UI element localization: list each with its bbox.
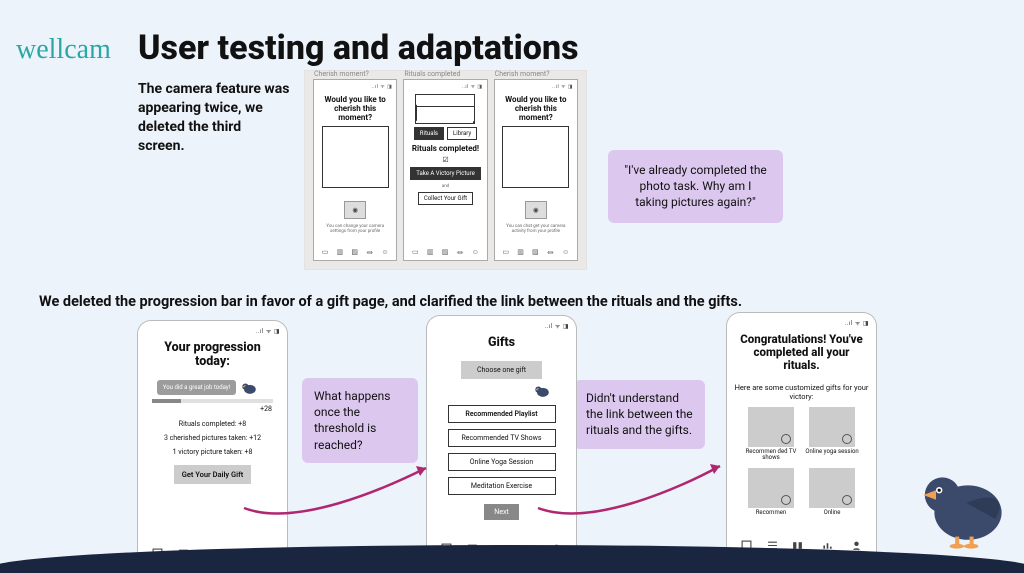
wireframe-cherish-b: Cherish moment? ..ıl ᯤ ◨ Would you like … <box>494 79 578 261</box>
gift-hint: Choose one gift <box>461 361 542 379</box>
wf-hint: You can change your camera settings from… <box>318 224 392 234</box>
progress-points: +28 <box>260 405 272 413</box>
user-quote-link: Didn't understand the link between the r… <box>574 380 705 449</box>
wireframe-cherish-a: Cherish moment? ..ıl ᯤ ◨ Would you like … <box>313 79 397 261</box>
user-quote-photo-task: "I've already completed the photo task. … <box>608 150 783 223</box>
status-icons: ..ıl ᯤ ◨ <box>845 319 869 327</box>
phone-progression: ..ıl ᯤ ◨ Your progression today: You did… <box>137 320 288 566</box>
wf-image-placeholder <box>502 126 569 188</box>
check-icon: ☑ <box>442 156 448 164</box>
envelope-icon <box>415 94 475 124</box>
wf-subtitle: Rituals completed! <box>412 145 479 154</box>
progress-line: Rituals completed: +8 <box>179 420 246 428</box>
caption-top: The camera feature was appearing twice, … <box>138 80 290 156</box>
wf-bottom-nav: ▭▥▨⏛☺ <box>322 248 389 258</box>
wf-segment: RitualsLibrary <box>414 127 477 140</box>
gift-option: Recommended Playlist <box>448 405 556 423</box>
status-icons: ..ıl ᯤ ◨ <box>552 84 573 90</box>
gift-card: Online <box>805 468 860 517</box>
progress-bar <box>152 399 274 403</box>
caption-bottom: We deleted the progression bar in favor … <box>39 293 742 310</box>
gift-card: Online yoga session <box>805 407 860 462</box>
wf-and: and <box>442 184 449 189</box>
wf-hint: You can chat get your camera activity fr… <box>499 224 573 234</box>
flow-arrow-icon <box>530 458 730 528</box>
wf-button-collect-gift: Collect Your Gift <box>418 192 473 205</box>
phone-congrats: ..ıl ᯤ ◨ Congratulations! You've complet… <box>726 312 877 558</box>
camera-icon: ◉ <box>525 201 547 219</box>
page-title: User testing and adaptations <box>138 28 579 68</box>
flow-arrow-icon <box>236 458 436 528</box>
status-icons: ..ıl ᯤ ◨ <box>256 327 280 335</box>
camera-icon: ◉ <box>344 201 366 219</box>
phone-title: Congratulations! You've completed all yo… <box>738 333 865 373</box>
wf-button-take-picture: Take A Victory Picture <box>410 167 481 180</box>
speech-bubble: You did a great job today! <box>157 380 236 395</box>
brand-logo: wellcam <box>16 34 111 66</box>
progress-line: 1 victory picture taken: +8 <box>173 448 253 456</box>
wf-image-placeholder <box>322 126 389 188</box>
wf-head: Cherish moment? <box>314 70 369 78</box>
wf-question: Would you like to cherish this moment? <box>322 96 388 122</box>
user-quote-threshold: What happens once the threshold is reach… <box>302 378 418 463</box>
brand-bird-icon <box>912 463 1008 551</box>
phone-title: Your progression today: <box>149 341 276 370</box>
phone-title: Gifts <box>488 336 515 350</box>
wireframe-rituals-completed: Rituals completed ..ıl ᯤ ◨ RitualsLibrar… <box>403 79 487 261</box>
wf-question: Would you like to cherish this moment? <box>503 96 569 122</box>
wf-bottom-nav: ▭▥▨⏛☺ <box>502 248 569 258</box>
gift-card: Recommen <box>743 468 798 517</box>
wireframes-top-group: Cherish moment? ..ıl ᯤ ◨ Would you like … <box>304 70 587 270</box>
wf-bottom-nav: ▭▥▨⏛☺ <box>412 248 479 258</box>
status-icons: ..ıl ᯤ ◨ <box>545 322 569 330</box>
wf-head: Cherish moment? <box>495 70 550 78</box>
gift-option: Recommended TV Shows <box>448 429 556 447</box>
status-icons: ..ıl ᯤ ◨ <box>371 84 392 90</box>
bird-icon <box>240 381 258 395</box>
bird-icon <box>533 384 551 398</box>
next-button: Next <box>484 504 518 520</box>
gift-grid: Recommen ded TV shows Online yoga sessio… <box>743 407 859 517</box>
progress-line: 3 cherished pictures taken: +12 <box>164 434 261 442</box>
gift-card: Recommen ded TV shows <box>743 407 798 462</box>
wf-head: Rituals completed <box>404 70 460 78</box>
phone-subtitle: Here are some customized gifts for your … <box>734 383 869 401</box>
status-icons: ..ıl ᯤ ◨ <box>462 84 483 90</box>
